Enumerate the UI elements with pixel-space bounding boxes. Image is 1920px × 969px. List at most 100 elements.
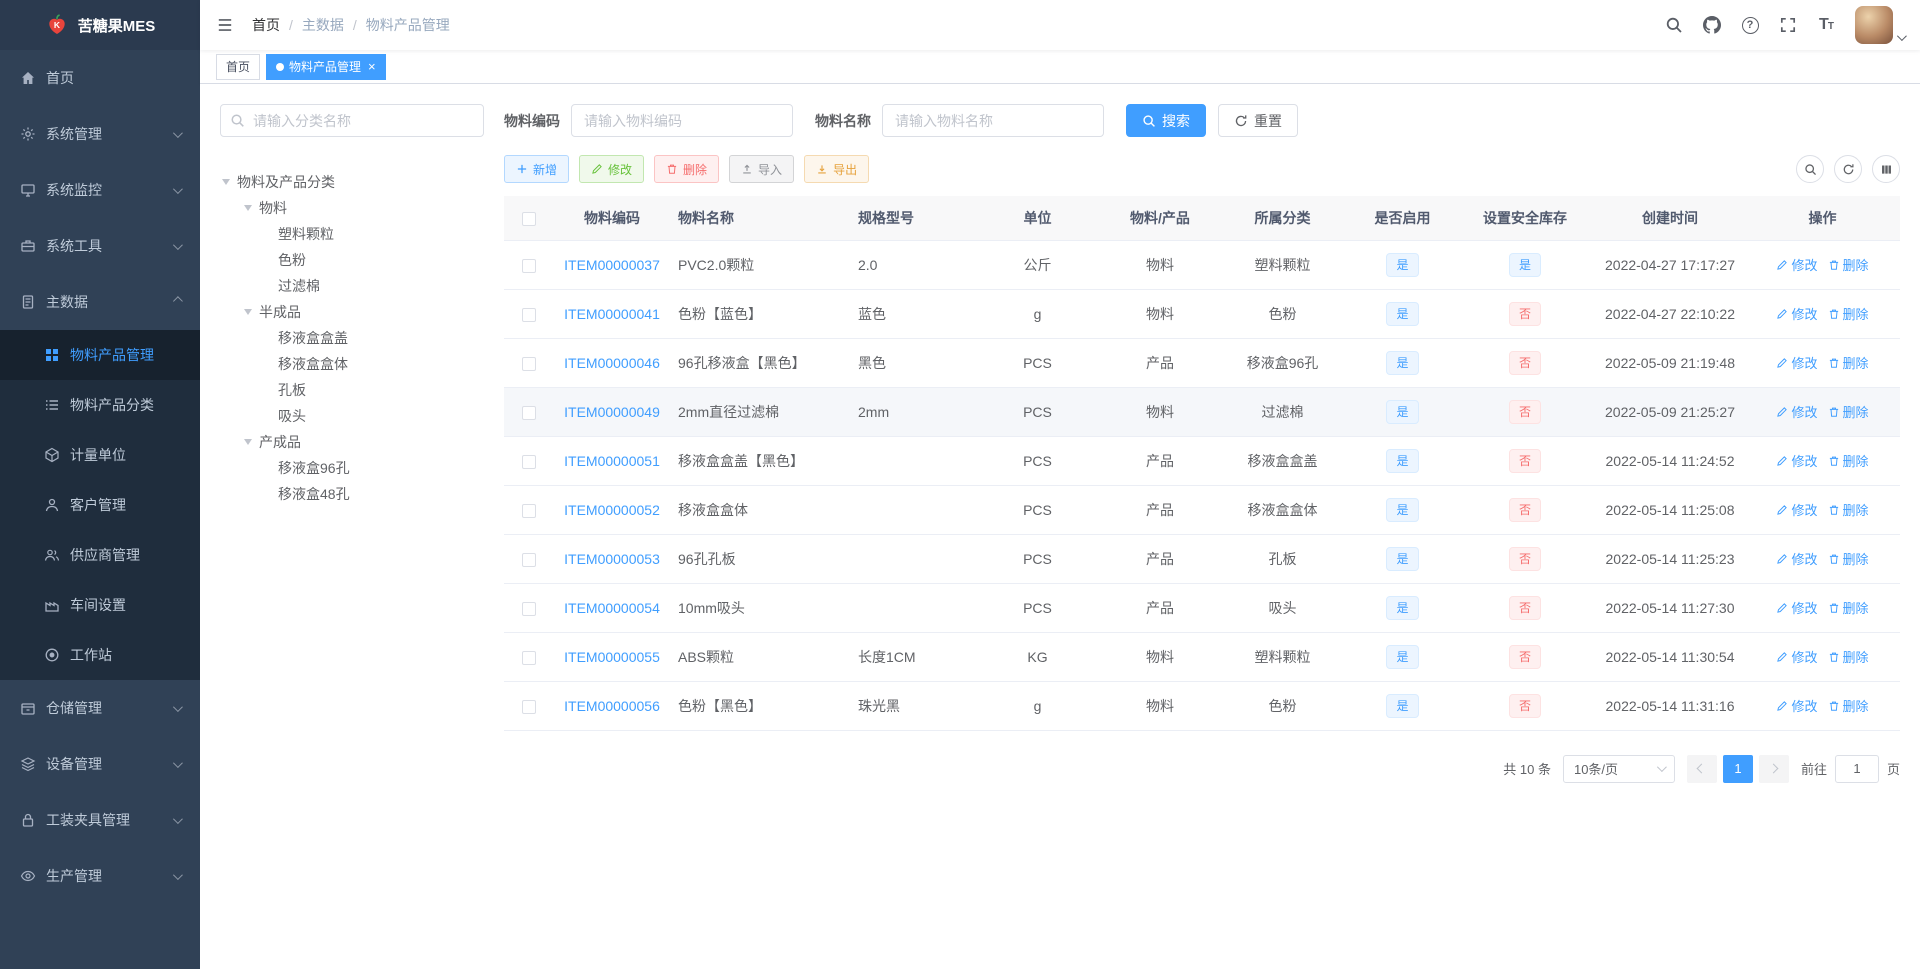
tree-node-tip[interactable]: 吸头 [220, 403, 484, 429]
app-logo[interactable]: 苦糖果MES [0, 0, 200, 50]
reset-button[interactable]: 重置 [1218, 104, 1298, 137]
select-all-checkbox[interactable] [522, 211, 536, 226]
safety-stock-tag[interactable]: 否 [1508, 301, 1541, 326]
sidebar-item-workshop-settings[interactable]: 车间设置 [0, 580, 200, 630]
sidebar-item-measure-unit[interactable]: 计量单位 [0, 430, 200, 480]
edit-link[interactable]: 修改 [1776, 304, 1818, 323]
safety-stock-tag[interactable]: 否 [1508, 595, 1541, 620]
safety-stock-tag[interactable]: 否 [1508, 350, 1541, 375]
delete-link[interactable]: 删除 [1828, 696, 1869, 715]
edit-link[interactable]: 修改 [1776, 353, 1818, 372]
enabled-tag[interactable]: 是 [1386, 350, 1419, 375]
edit-link[interactable]: 修改 [1776, 402, 1818, 421]
enabled-tag[interactable]: 是 [1386, 448, 1419, 473]
item-code-link[interactable]: ITEM00000054 [564, 600, 660, 616]
sidebar-item-material-product-mgmt[interactable]: 物料产品管理 [0, 330, 200, 380]
delete-link[interactable]: 删除 [1828, 304, 1869, 323]
sidebar-item-production-mgmt[interactable]: 生产管理 [0, 848, 200, 904]
export-button[interactable]: 导出 [804, 155, 870, 183]
tree-node-filter-cotton[interactable]: 过滤棉 [220, 273, 484, 299]
import-button[interactable]: 导入 [729, 155, 795, 183]
item-code-link[interactable]: ITEM00000051 [564, 453, 660, 469]
sidebar-item-fixture-mgmt[interactable]: 工装夹具管理 [0, 792, 200, 848]
item-code-link[interactable]: ITEM00000049 [564, 404, 660, 420]
sidebar-item-system-monitor[interactable]: 系统监控 [0, 162, 200, 218]
item-code-link[interactable]: ITEM00000041 [564, 306, 660, 322]
tree-node-material[interactable]: 物料 [220, 195, 484, 221]
item-code-link[interactable]: ITEM00000053 [564, 551, 660, 567]
safety-stock-tag[interactable]: 否 [1508, 497, 1541, 522]
sidebar-item-customer-mgmt[interactable]: 客户管理 [0, 480, 200, 530]
next-page-button[interactable] [1758, 754, 1789, 783]
item-code-link[interactable]: ITEM00000052 [564, 502, 660, 518]
safety-stock-tag[interactable]: 否 [1508, 644, 1541, 669]
tree-node-box-body[interactable]: 移液盒盒体 [220, 351, 484, 377]
refresh-button[interactable] [1834, 155, 1862, 183]
font-size-button[interactable]: TT [1809, 8, 1843, 42]
tree-node-semi-finished[interactable]: 半成品 [220, 299, 484, 325]
edit-link[interactable]: 修改 [1776, 696, 1818, 715]
enabled-tag[interactable]: 是 [1386, 301, 1419, 326]
sidebar-item-workstation[interactable]: 工作站 [0, 630, 200, 680]
sidebar-item-master-data[interactable]: 主数据 [0, 274, 200, 330]
tree-node-box-lid[interactable]: 移液盒盒盖 [220, 325, 484, 351]
safety-stock-tag[interactable]: 否 [1508, 448, 1541, 473]
enabled-tag[interactable]: 是 [1386, 644, 1419, 669]
code-input[interactable] [571, 104, 793, 137]
tab-home[interactable]: 首页 [216, 53, 261, 80]
sidebar-item-supplier-mgmt[interactable]: 供应商管理 [0, 530, 200, 580]
edit-link[interactable]: 修改 [1776, 549, 1818, 568]
safety-stock-tag[interactable]: 否 [1508, 399, 1541, 424]
row-checkbox[interactable] [522, 307, 536, 322]
enabled-tag[interactable]: 是 [1386, 252, 1419, 277]
row-checkbox[interactable] [522, 650, 536, 665]
tree-node-box-96[interactable]: 移液盒96孔 [220, 455, 484, 481]
delete-link[interactable]: 删除 [1828, 549, 1869, 568]
sidebar-item-system-tools[interactable]: 系统工具 [0, 218, 200, 274]
delete-link[interactable]: 删除 [1828, 353, 1869, 372]
page-button-1[interactable]: 1 [1722, 754, 1753, 783]
row-checkbox[interactable] [522, 552, 536, 567]
prev-page-button[interactable] [1686, 754, 1717, 783]
enabled-tag[interactable]: 是 [1386, 497, 1419, 522]
edit-link[interactable]: 修改 [1776, 598, 1818, 617]
breadcrumb-master-data[interactable]: 主数据 [302, 15, 344, 35]
row-checkbox[interactable] [522, 405, 536, 420]
edit-link[interactable]: 修改 [1776, 500, 1818, 519]
item-code-link[interactable]: ITEM00000056 [564, 698, 660, 714]
tree-node-box-48[interactable]: 移液盒48孔 [220, 481, 484, 507]
delete-link[interactable]: 删除 [1828, 255, 1869, 274]
delete-button[interactable]: 删除 [654, 155, 720, 183]
sidebar-item-home[interactable]: 首页 [0, 50, 200, 106]
tree-node-pigment[interactable]: 色粉 [220, 247, 484, 273]
row-checkbox[interactable] [522, 258, 536, 273]
safety-stock-tag[interactable]: 是 [1508, 252, 1541, 277]
tree-node-finished[interactable]: 产成品 [220, 429, 484, 455]
fullscreen-button[interactable] [1771, 8, 1805, 42]
row-checkbox[interactable] [522, 454, 536, 469]
column-settings-button[interactable] [1872, 155, 1900, 183]
item-code-link[interactable]: ITEM00000055 [564, 649, 660, 665]
safety-stock-tag[interactable]: 否 [1508, 546, 1541, 571]
enabled-tag[interactable]: 是 [1386, 595, 1419, 620]
enabled-tag[interactable]: 是 [1386, 546, 1419, 571]
item-code-link[interactable]: ITEM00000037 [564, 257, 660, 273]
sidebar-item-system-admin[interactable]: 系统管理 [0, 106, 200, 162]
safety-stock-tag[interactable]: 否 [1508, 693, 1541, 718]
delete-link[interactable]: 删除 [1828, 598, 1869, 617]
edit-button[interactable]: 修改 [579, 155, 645, 183]
name-input[interactable] [882, 104, 1104, 137]
tree-node-plastic-granule[interactable]: 塑料颗粒 [220, 221, 484, 247]
sidebar-item-material-product-category[interactable]: 物料产品分类 [0, 380, 200, 430]
enabled-tag[interactable]: 是 [1386, 399, 1419, 424]
page-size-select[interactable]: 10条/页 [1562, 754, 1675, 783]
delete-link[interactable]: 删除 [1828, 451, 1869, 470]
goto-page-input[interactable] [1834, 754, 1879, 783]
sidebar-item-warehouse-mgmt[interactable]: 仓储管理 [0, 680, 200, 736]
enabled-tag[interactable]: 是 [1386, 693, 1419, 718]
breadcrumb-home[interactable]: 首页 [252, 15, 280, 35]
tab-material-product-mgmt[interactable]: 物料产品管理 × [266, 53, 386, 80]
delete-link[interactable]: 删除 [1828, 647, 1869, 666]
help-button[interactable]: ? [1733, 8, 1767, 42]
row-checkbox[interactable] [522, 601, 536, 616]
